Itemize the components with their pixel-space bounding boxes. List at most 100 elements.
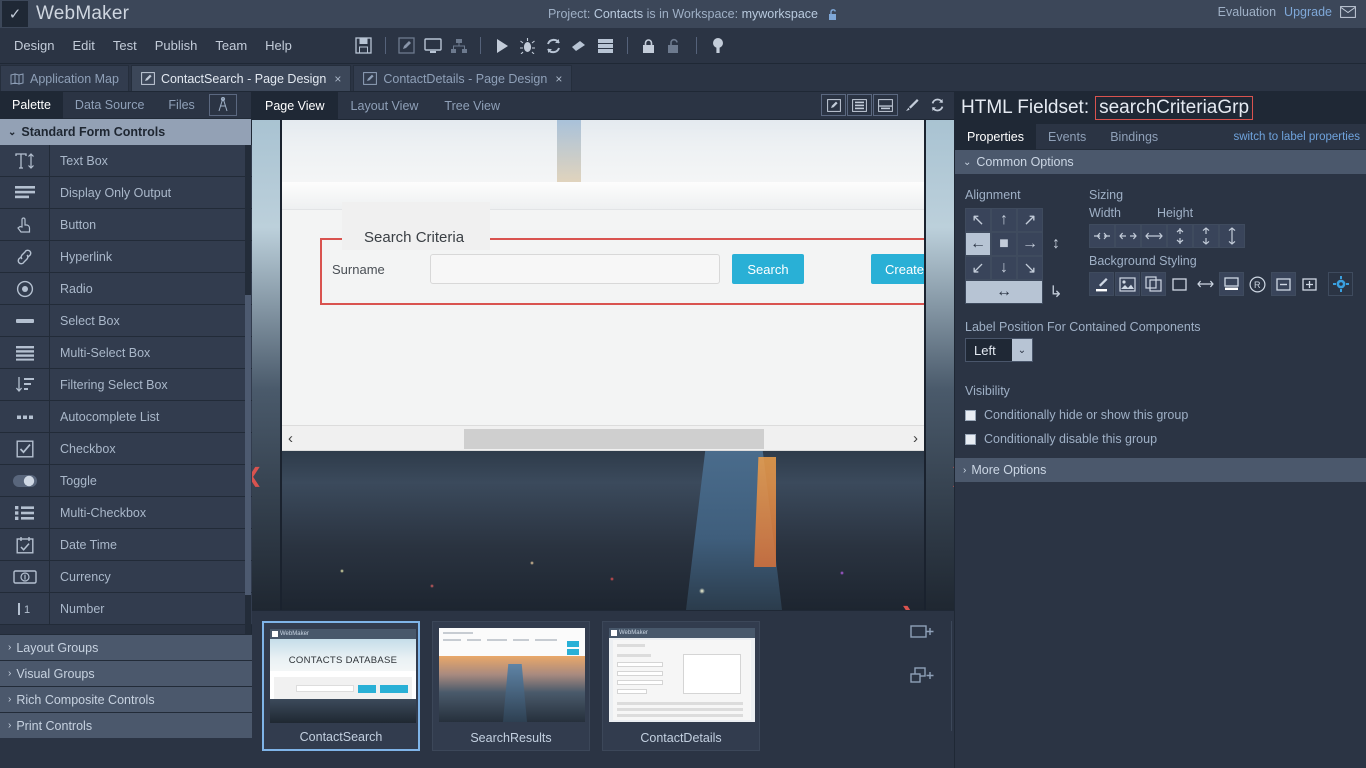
edit-pencil-icon[interactable] (395, 34, 419, 58)
stretch-vertical-icon[interactable]: ↕ (1043, 232, 1069, 256)
tab-data-source[interactable]: Data Source (63, 92, 156, 119)
thumbnail-contactsearch[interactable]: WebMaker CONTACTS DATABASE ContactSearch (262, 621, 420, 751)
palette-item-button[interactable]: Button (0, 208, 252, 241)
tab-palette[interactable]: Palette (0, 91, 63, 119)
visibility-option-hide-show[interactable]: Conditionally hide or show this group (965, 408, 1355, 422)
height-grow-icon[interactable] (1193, 224, 1219, 248)
sitemap-icon[interactable] (447, 34, 471, 58)
checkbox-disable[interactable] (965, 433, 976, 445)
tab-events[interactable]: Events (1036, 124, 1098, 150)
monitor-preview-icon[interactable] (421, 34, 445, 58)
palette-group-layout-groups[interactable]: › Layout Groups (0, 634, 252, 660)
wrap-line-icon[interactable]: ↳ (1043, 280, 1069, 304)
palette-item-currency[interactable]: Currency (0, 560, 252, 593)
search-criteria-fieldset[interactable]: Search Criteria Surname Search Create Ne… (320, 202, 924, 305)
palette-item-multi-checkbox[interactable]: Multi-Checkbox (0, 496, 252, 529)
scroll-right-arrow[interactable]: › (913, 430, 918, 447)
ruler-compass-icon[interactable] (209, 94, 237, 116)
palette-item-hyperlink[interactable]: Hyperlink (0, 240, 252, 273)
refresh-icon[interactable] (542, 34, 566, 58)
palette-item-text-box[interactable]: Text Box (0, 145, 252, 177)
palette-item-display-only-output[interactable]: Display Only Output (0, 176, 252, 209)
horizontal-rule-icon[interactable] (1193, 272, 1218, 296)
section-common-options[interactable]: ⌄ Common Options (955, 150, 1366, 174)
palette-item-autocomplete-list[interactable]: Autocomplete List (0, 400, 252, 433)
create-new-contact-button[interactable]: Create New Cont (871, 254, 924, 284)
palette-scrollbar[interactable] (245, 145, 251, 707)
palette-item-multi-select-box[interactable]: Multi-Select Box (0, 336, 252, 369)
palette-item-list[interactable]: Text Box Display Only Output Button Hype… (0, 145, 252, 707)
tab-layout-view[interactable]: Layout View (338, 92, 432, 120)
palette-item-radio[interactable]: Radio (0, 272, 252, 305)
menu-help[interactable]: Help (257, 34, 300, 57)
lightbulb-icon[interactable] (706, 34, 730, 58)
palette-item-select-box[interactable]: Select Box (0, 304, 252, 337)
checkbox-hide-show[interactable] (965, 409, 976, 421)
debug-bug-icon[interactable] (516, 34, 540, 58)
palette-section-standard-form-controls[interactable]: ⌄ Standard Form Controls (0, 119, 251, 145)
switch-to-label-properties-link[interactable]: switch to label properties (1233, 131, 1360, 143)
list-view-icon[interactable] (847, 94, 872, 116)
paintbrush-icon[interactable] (899, 94, 924, 116)
tab-contactsearch-page-design[interactable]: ContactSearch - Page Design × (130, 65, 352, 91)
tab-tree-view[interactable]: Tree View (431, 92, 513, 120)
registered-mark-icon[interactable]: R (1245, 272, 1270, 296)
palette-item-filtering-select-box[interactable]: Filtering Select Box (0, 368, 252, 401)
palette-group-rich-composite-controls[interactable]: › Rich Composite Controls (0, 686, 252, 712)
lock-closed-icon[interactable] (637, 34, 661, 58)
search-button[interactable]: Search (732, 254, 804, 284)
rendered-page[interactable]: Search Criteria Surname Search Create Ne… (280, 120, 926, 610)
menu-edit[interactable]: Edit (64, 34, 102, 57)
width-shrink-icon[interactable] (1089, 224, 1115, 248)
add-page-group-icon[interactable] (910, 665, 936, 687)
expand-box-icon[interactable] (1297, 272, 1322, 296)
envelope-icon[interactable] (1340, 6, 1356, 18)
chevron-down-icon[interactable]: ⌄ (1012, 339, 1032, 361)
align-bottom-center-icon[interactable]: ↓ (991, 256, 1017, 280)
eraser-icon[interactable] (568, 34, 592, 58)
tab-files[interactable]: Files (156, 92, 206, 119)
paint-color-icon[interactable] (1089, 272, 1114, 296)
visibility-option-disable[interactable]: Conditionally disable this group (965, 432, 1355, 446)
tab-page-view[interactable]: Page View (252, 91, 338, 120)
tab-close-button[interactable]: × (555, 72, 562, 86)
split-view-icon[interactable] (873, 94, 898, 116)
section-more-options[interactable]: › More Options (955, 458, 1366, 482)
palette-item-number[interactable]: 1 Number (0, 592, 252, 625)
align-middle-right-icon[interactable]: → (1017, 232, 1043, 256)
background-image-icon[interactable] (1115, 272, 1140, 296)
page-horizontal-scrollbar[interactable]: ‹ › (282, 425, 924, 451)
tab-contactdetails-page-design[interactable]: ContactDetails - Page Design × (353, 65, 573, 91)
upgrade-link[interactable]: Upgrade (1284, 5, 1332, 19)
menu-team[interactable]: Team (207, 34, 255, 57)
thumbnail-contactdetails[interactable]: WebMaker ContactDetails (602, 621, 760, 751)
label-position-select[interactable]: Left ⌄ (965, 338, 1033, 362)
add-page-icon[interactable] (910, 621, 936, 643)
height-fill-icon[interactable] (1219, 224, 1245, 248)
palette-group-visual-groups[interactable]: › Visual Groups (0, 660, 252, 686)
align-bottom-right-icon[interactable]: ↘ (1017, 256, 1043, 280)
tab-application-map[interactable]: Application Map (0, 65, 129, 91)
height-shrink-icon[interactable] (1167, 224, 1193, 248)
align-top-right-icon[interactable]: ↗ (1017, 208, 1043, 232)
refresh-canvas-icon[interactable] (925, 94, 950, 116)
width-grow-icon[interactable] (1115, 224, 1141, 248)
palette-group-print-controls[interactable]: › Print Controls (0, 712, 252, 738)
database-server-icon[interactable] (594, 34, 618, 58)
align-top-center-icon[interactable]: ↑ (991, 208, 1017, 232)
align-center-icon[interactable]: ■ (991, 232, 1017, 256)
run-play-icon[interactable] (490, 34, 514, 58)
save-icon[interactable] (352, 34, 376, 58)
tab-properties[interactable]: Properties (955, 123, 1036, 150)
align-bottom-left-icon[interactable]: ↙ (965, 256, 991, 280)
design-canvas[interactable]: Search Criteria Surname Search Create Ne… (252, 120, 954, 610)
lock-open-icon[interactable] (663, 34, 687, 58)
fieldset-legend[interactable]: Search Criteria (342, 202, 490, 250)
bottom-border-icon[interactable] (1219, 272, 1244, 296)
scrollbar-thumb[interactable] (464, 429, 764, 449)
stretch-horizontal-icon[interactable]: ↔ (965, 280, 1043, 304)
collapse-box-icon[interactable] (1271, 272, 1296, 296)
properties-title-value[interactable]: searchCriteriaGrp (1095, 96, 1254, 120)
unlocked-padlock-icon[interactable] (826, 8, 840, 20)
surname-input[interactable] (430, 254, 720, 284)
